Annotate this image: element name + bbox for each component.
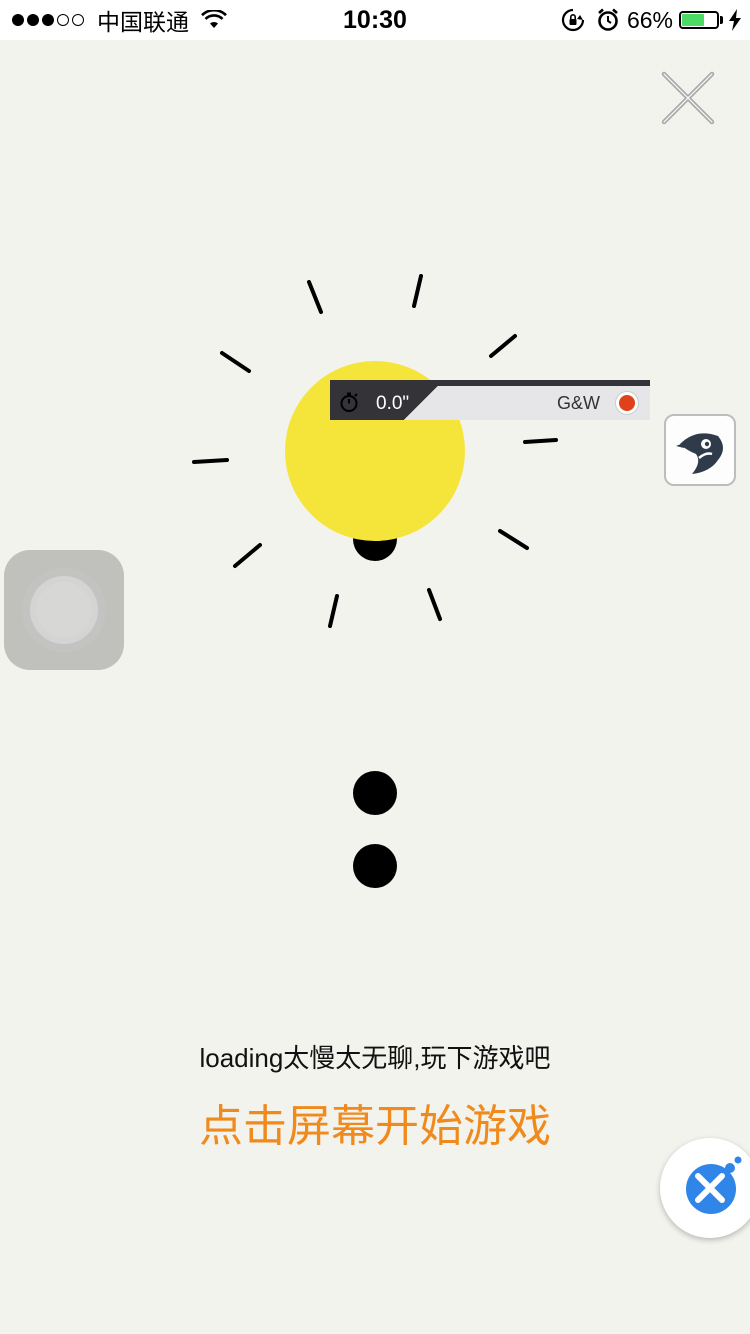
sun-ray bbox=[307, 280, 323, 314]
sun-ray bbox=[523, 438, 558, 444]
sun-ray bbox=[233, 543, 262, 568]
close-icon bbox=[661, 71, 715, 125]
battery-icon bbox=[679, 11, 719, 29]
bird-app-button[interactable] bbox=[664, 414, 736, 486]
sun-ray bbox=[220, 351, 251, 373]
battery-percent: 66% bbox=[626, 6, 673, 33]
record-button[interactable] bbox=[616, 392, 638, 414]
bird-app-icon bbox=[676, 433, 723, 474]
game-ball bbox=[353, 844, 397, 888]
start-game-prompt[interactable]: 点击屏幕开始游戏 bbox=[0, 1090, 750, 1154]
recorder-time: 0.0" bbox=[376, 393, 410, 414]
stopwatch-icon bbox=[340, 392, 358, 412]
charging-bolt-icon bbox=[729, 9, 741, 31]
tool-float-button[interactable] bbox=[660, 1138, 750, 1238]
close-button[interactable] bbox=[660, 70, 716, 126]
rotation-lock-icon bbox=[561, 8, 585, 32]
sun-ray bbox=[192, 458, 229, 464]
sun-ray bbox=[328, 594, 339, 628]
game-ball bbox=[353, 771, 397, 815]
assistive-touch-button[interactable] bbox=[4, 550, 124, 670]
recorder-label: G&W bbox=[557, 393, 600, 413]
alarm-icon bbox=[598, 8, 618, 31]
sun-ray bbox=[498, 529, 529, 550]
sun-ray bbox=[427, 588, 442, 621]
status-bar: 中国联通 10:30 66% bbox=[0, 0, 750, 40]
sun-ray bbox=[489, 334, 517, 358]
status-right: 66% bbox=[561, 6, 742, 34]
tools-icon bbox=[695, 1156, 742, 1203]
sun-ray bbox=[412, 274, 423, 308]
hint-text: loading太慢太无聊,玩下游戏吧 bbox=[199, 1043, 551, 1073]
screen-recorder-bar: 0.0" G&W bbox=[330, 380, 650, 420]
